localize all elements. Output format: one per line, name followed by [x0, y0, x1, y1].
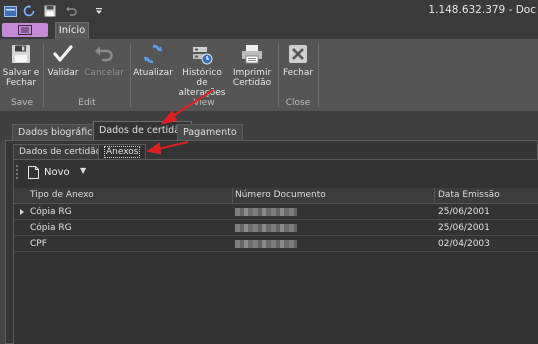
row-indicator-icon — [20, 209, 24, 215]
redacted-document-number — [235, 224, 297, 232]
save-and-close-button[interactable]: Salvar e Fechar — [2, 43, 40, 97]
validate-button[interactable]: Validar — [46, 43, 80, 97]
print-certificate-button[interactable]: Imprimir Certidão — [231, 43, 273, 97]
new-document-icon — [28, 165, 39, 179]
redacted-document-number — [235, 208, 297, 216]
cell-data: 02/04/2003 — [438, 239, 490, 249]
tab-pagamento[interactable]: Pagamento — [177, 124, 243, 140]
cell-data: 25/06/2001 — [438, 223, 490, 233]
column-header-data[interactable]: Data Emissão — [438, 188, 500, 203]
refresh-arrows-icon — [142, 43, 164, 65]
save-and-close-label: Salvar e Fechar — [2, 68, 40, 88]
floppy-disk-icon — [10, 43, 32, 65]
history-icon — [191, 43, 213, 65]
refresh-icon[interactable] — [22, 4, 36, 18]
cancel-label: Cancelar — [84, 68, 124, 78]
cell-tipo: Cópia RG — [30, 207, 72, 217]
toolbar-grip[interactable] — [16, 165, 20, 179]
group-label-save: Save — [10, 98, 34, 108]
group-label-view: View — [193, 98, 215, 108]
checkmark-icon — [52, 43, 74, 65]
subtab-anexos[interactable]: Anexos — [98, 144, 147, 159]
undo-arrow-icon — [93, 43, 115, 65]
ribbon: Salvar e Fechar Validar Cancelar Save Ed… — [0, 39, 538, 112]
app-icon — [3, 4, 17, 18]
ribbon-tab-row: Início — [0, 22, 538, 39]
window-title: 1.148.632.379 - Doc — [428, 4, 536, 16]
close-label: Fechar — [282, 68, 314, 78]
subtab-anexos-label: Anexos — [104, 146, 141, 158]
column-divider[interactable] — [434, 188, 435, 203]
validate-label: Validar — [47, 68, 79, 78]
print-certificate-label: Imprimir Certidão — [232, 68, 272, 88]
customize-menu-icon[interactable] — [92, 4, 106, 18]
app-menu-icon — [18, 25, 32, 35]
cell-tipo: Cópia RG — [30, 223, 72, 233]
column-header-numero[interactable]: Número Documento — [235, 188, 326, 203]
history-label: Histórico de alterações — [178, 68, 226, 98]
title-bar: 1.148.632.379 - Doc — [0, 0, 538, 22]
chevron-down-icon[interactable]: ▼ — [80, 166, 86, 175]
cell-tipo: CPF — [30, 239, 47, 249]
cell-data: 25/06/2001 — [438, 207, 490, 217]
close-button[interactable]: Fechar — [282, 43, 314, 97]
ribbon-tab-inicio[interactable]: Início — [55, 22, 89, 39]
column-divider[interactable] — [232, 188, 233, 203]
table-row[interactable]: Cópia RG 25/06/2001 — [14, 204, 538, 220]
ribbon-separator — [43, 43, 44, 107]
save-icon[interactable] — [43, 4, 57, 18]
printer-icon — [241, 43, 263, 65]
cancel-button[interactable]: Cancelar — [84, 43, 124, 97]
group-label-close: Close — [285, 98, 311, 108]
table-row[interactable]: Cópia RG 25/06/2001 — [14, 220, 538, 236]
refresh-label: Atualizar — [133, 68, 173, 78]
group-label-edit: Edit — [78, 98, 96, 108]
column-header-tipo[interactable]: Tipo de Anexo — [30, 188, 94, 203]
close-icon — [287, 43, 309, 65]
new-button[interactable]: Novo — [28, 163, 70, 181]
undo-icon[interactable] — [64, 4, 78, 18]
new-button-label: Novo — [44, 166, 70, 178]
history-button[interactable]: Histórico de alterações — [177, 43, 227, 98]
table-row[interactable]: CPF 02/04/2003 — [14, 236, 538, 252]
redacted-document-number — [235, 240, 297, 248]
app-menu-button[interactable] — [2, 23, 48, 37]
grid-header: Tipo de Anexo Número Documento Data Emis… — [14, 188, 538, 204]
ribbon-separator — [318, 43, 319, 107]
refresh-button[interactable]: Atualizar — [133, 43, 173, 97]
subtab-dados-de-certidao[interactable]: Dados de certidão — [13, 144, 108, 159]
